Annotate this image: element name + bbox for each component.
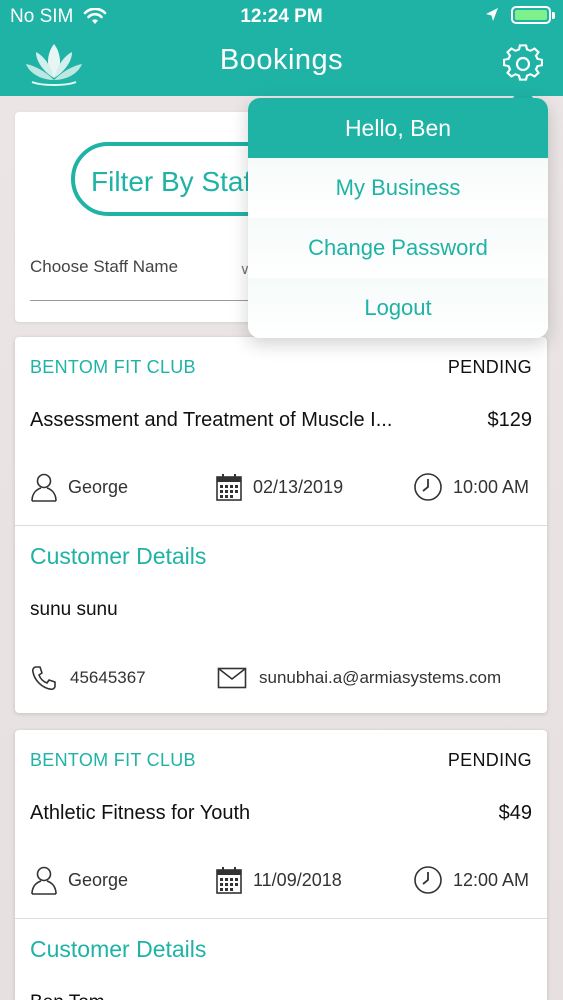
card-divider [15, 525, 547, 526]
booking-card[interactable]: BENTOM FIT CLUB PENDING Assessment and T… [15, 337, 547, 713]
phone-icon [31, 666, 56, 691]
booking-date: 11/09/2018 [253, 869, 342, 890]
menu-greeting: Hello, Ben [248, 98, 548, 158]
calendar-icon [216, 867, 242, 894]
status-bar: No SIM 12:24 PM [0, 0, 563, 32]
clock-icon [414, 473, 442, 501]
calendar-icon [216, 474, 242, 501]
service-name: Assessment and Treatment of Muscle I... [30, 409, 393, 431]
status-badge: PENDING [447, 357, 532, 377]
menu-item-change-password[interactable]: Change Password [248, 218, 548, 278]
customer-name: Ben Tom [30, 992, 105, 1000]
card-divider [15, 918, 547, 919]
battery-icon [511, 6, 555, 24]
date-info: 02/13/2019 [215, 471, 343, 503]
gear-icon[interactable] [503, 44, 543, 84]
phone-number: 45645367 [70, 668, 146, 687]
customer-details-heading: Customer Details [30, 936, 207, 962]
user-icon [31, 866, 57, 895]
customer-email[interactable]: sunubhai.a@armiasystems.com [217, 663, 501, 693]
time-info: 12:00 AM [413, 864, 529, 896]
booking-date: 02/13/2019 [253, 476, 344, 497]
staff-info: George [30, 471, 128, 503]
club-name: BENTOM FIT CLUB [30, 750, 196, 770]
email-address: sunubhai.a@armiasystems.com [259, 668, 502, 687]
service-name: Athletic Fitness for Youth [30, 802, 251, 824]
clock-icon [414, 866, 442, 894]
staff-info: George [30, 864, 128, 896]
booking-card[interactable]: BENTOM FIT CLUB PENDING Athletic Fitness… [15, 730, 547, 1000]
time-info: 10:00 AM [413, 471, 529, 503]
date-info: 11/09/2018 [215, 864, 342, 896]
mail-icon [217, 667, 247, 689]
page-title: Bookings [219, 44, 344, 76]
user-icon [31, 473, 57, 502]
staff-name: George [68, 869, 129, 890]
location-arrow-icon [486, 8, 498, 21]
staff-name-select[interactable]: Choose Staff Name ∨ [30, 257, 250, 301]
club-name: BENTOM FIT CLUB [30, 357, 196, 377]
service-price: $129 [487, 409, 533, 431]
staff-select-placeholder: Choose Staff Name [30, 257, 179, 276]
app-screen: No SIM 12:24 PM Bookings Filter By Staff… [0, 0, 563, 1000]
customer-details-heading: Customer Details [30, 543, 207, 569]
status-badge: PENDING [447, 750, 532, 770]
customer-phone[interactable]: 45645367 [30, 663, 146, 693]
status-time: 12:24 PM [240, 6, 323, 27]
staff-name: George [68, 476, 129, 497]
settings-menu: Hello, Ben My Business Change Password L… [248, 98, 548, 338]
app-header: No SIM 12:24 PM Bookings [0, 0, 563, 96]
menu-item-logout[interactable]: Logout [248, 278, 548, 338]
booking-time: 10:00 AM [453, 476, 530, 497]
customer-name: sunu sunu [30, 599, 118, 620]
service-price: $49 [498, 802, 532, 824]
menu-item-my-business[interactable]: My Business [248, 158, 548, 218]
booking-time: 12:00 AM [453, 869, 530, 890]
